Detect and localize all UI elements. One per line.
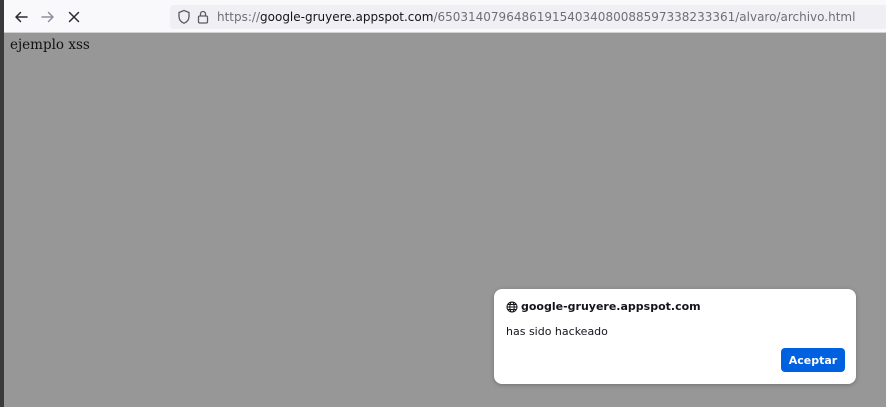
alert-dialog: google-gruyere.appspot.com has sido hack… bbox=[494, 289, 856, 384]
page-body-text: ejemplo xss bbox=[10, 37, 90, 53]
url-path: /650314079648619154034080088597338233361… bbox=[433, 10, 856, 24]
arrow-left-icon bbox=[15, 11, 28, 23]
url-host: google-gruyere.appspot.com bbox=[260, 10, 434, 24]
forward-button[interactable] bbox=[35, 4, 61, 30]
url-bar[interactable]: https://google-gruyere.appspot.com/65031… bbox=[170, 5, 886, 29]
lock-icon[interactable] bbox=[197, 9, 209, 25]
dialog-header: google-gruyere.appspot.com bbox=[506, 300, 701, 313]
dialog-origin: google-gruyere.appspot.com bbox=[521, 300, 701, 313]
arrow-right-icon bbox=[41, 11, 54, 23]
browser-toolbar: https://google-gruyere.appspot.com/65031… bbox=[0, 0, 886, 33]
shield-icon[interactable] bbox=[177, 9, 191, 25]
stop-button[interactable] bbox=[61, 4, 87, 30]
window-edge bbox=[0, 0, 4, 407]
url-text[interactable]: https://google-gruyere.appspot.com/65031… bbox=[217, 9, 855, 25]
close-icon bbox=[68, 11, 80, 23]
accept-button[interactable]: Aceptar bbox=[781, 348, 845, 372]
dialog-message: has sido hackeado bbox=[506, 325, 608, 338]
globe-icon bbox=[506, 301, 518, 312]
back-button[interactable] bbox=[8, 4, 34, 30]
url-scheme: https:// bbox=[217, 10, 261, 24]
